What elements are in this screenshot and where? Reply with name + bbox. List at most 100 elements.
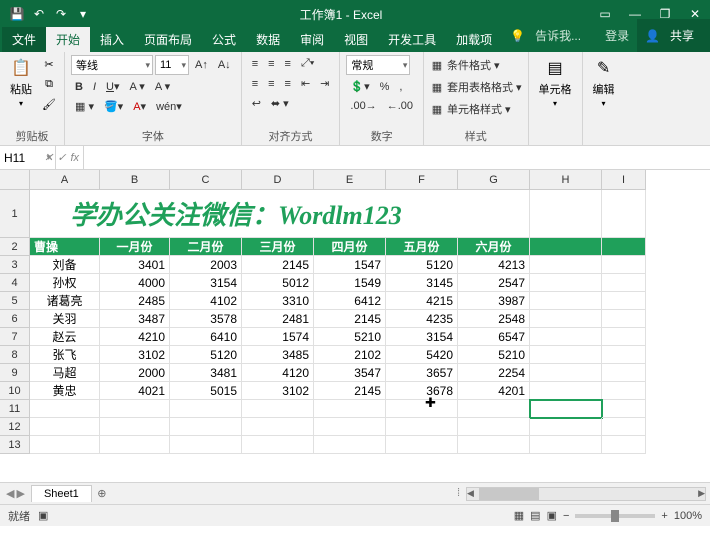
view-page-icon[interactable]: ▤: [530, 509, 540, 522]
cell[interactable]: 3987: [458, 292, 530, 310]
phonetic-icon[interactable]: wén▾: [152, 98, 186, 115]
cell[interactable]: 3401: [100, 256, 170, 274]
indent-inc-icon[interactable]: ⇥: [316, 75, 333, 92]
cell[interactable]: 3481: [170, 364, 242, 382]
column-headers[interactable]: ABCDEFGHI: [30, 170, 646, 190]
cut-icon[interactable]: ✂: [40, 55, 58, 73]
cell[interactable]: 5420: [386, 346, 458, 364]
percent-icon[interactable]: %: [376, 79, 394, 95]
decrease-font-icon[interactable]: A↓: [214, 57, 235, 73]
save-icon[interactable]: 💾: [8, 5, 26, 23]
tell-me[interactable]: 💡 告诉我...: [502, 19, 597, 52]
zoom-in-icon[interactable]: +: [661, 510, 667, 522]
cell[interactable]: 赵云: [30, 328, 100, 346]
cells-area[interactable]: 学办公关注微信：Wordlm123曹操一月份二月份三月份四月份五月份六月份刘备3…: [30, 190, 646, 454]
cell[interactable]: [602, 418, 646, 436]
undo-icon[interactable]: ↶: [30, 5, 48, 23]
align-top-icon[interactable]: ≡: [248, 56, 262, 72]
view-normal-icon[interactable]: ▦: [514, 509, 524, 522]
row-header-1[interactable]: 1: [0, 190, 30, 238]
cell[interactable]: [602, 274, 646, 292]
cell[interactable]: 6412: [314, 292, 386, 310]
cell[interactable]: 1549: [314, 274, 386, 292]
cell[interactable]: 2003: [170, 256, 242, 274]
cell[interactable]: [386, 418, 458, 436]
row-header-13[interactable]: 13: [0, 436, 30, 454]
editing-button[interactable]: ✎ 编辑 ▾: [589, 55, 619, 110]
col-header-C[interactable]: C: [170, 170, 242, 190]
cell[interactable]: 2145: [314, 382, 386, 400]
row-header-7[interactable]: 7: [0, 328, 30, 346]
banner-cell[interactable]: 学办公关注微信：Wordlm123: [30, 190, 530, 238]
cell[interactable]: 3145: [386, 274, 458, 292]
tab-review[interactable]: 审阅: [290, 27, 334, 52]
cell[interactable]: 1547: [314, 256, 386, 274]
cell[interactable]: [530, 364, 602, 382]
cell[interactable]: 5012: [242, 274, 314, 292]
next-sheet-icon[interactable]: ▶: [16, 487, 24, 500]
tab-layout[interactable]: 页面布局: [134, 27, 202, 52]
cell[interactable]: 3678: [386, 382, 458, 400]
cell[interactable]: 3154: [170, 274, 242, 292]
cell[interactable]: [170, 400, 242, 418]
cell[interactable]: 3102: [242, 382, 314, 400]
cell[interactable]: [314, 418, 386, 436]
copy-icon[interactable]: ⧉: [40, 75, 58, 93]
cell[interactable]: 5120: [170, 346, 242, 364]
cell[interactable]: 2145: [314, 310, 386, 328]
cell[interactable]: 5210: [314, 328, 386, 346]
qat-customize-icon[interactable]: ▾: [74, 5, 92, 23]
cell[interactable]: 5210: [458, 346, 530, 364]
col-header-A[interactable]: A: [30, 170, 100, 190]
cell[interactable]: [530, 328, 602, 346]
font-color-icon[interactable]: A▾: [129, 98, 150, 115]
macro-record-icon[interactable]: ▣: [38, 509, 48, 522]
cell[interactable]: 6547: [458, 328, 530, 346]
cell[interactable]: 6410: [170, 328, 242, 346]
cell[interactable]: 3310: [242, 292, 314, 310]
cell[interactable]: 黄忠: [30, 382, 100, 400]
cell[interactable]: [602, 190, 646, 238]
cell[interactable]: [530, 382, 602, 400]
cell[interactable]: 张飞: [30, 346, 100, 364]
cell[interactable]: 四月份: [314, 238, 386, 256]
cell[interactable]: 关羽: [30, 310, 100, 328]
fill-color-icon[interactable]: 🪣▾: [100, 98, 127, 115]
cell[interactable]: 5015: [170, 382, 242, 400]
cell[interactable]: [530, 346, 602, 364]
cell[interactable]: [602, 436, 646, 454]
cell[interactable]: [602, 256, 646, 274]
tab-formulas[interactable]: 公式: [202, 27, 246, 52]
view-break-icon[interactable]: ▣: [547, 509, 557, 522]
share-button[interactable]: 👤 共享: [637, 19, 710, 52]
cell[interactable]: 3487: [100, 310, 170, 328]
increase-font-icon[interactable]: A↑: [191, 57, 212, 73]
align-bottom-icon[interactable]: ≡: [281, 56, 295, 72]
cell[interactable]: [602, 346, 646, 364]
font-effect-a-icon[interactable]: A ▾: [151, 78, 174, 95]
cell[interactable]: [530, 418, 602, 436]
cell[interactable]: 孙权: [30, 274, 100, 292]
cell[interactable]: 3154: [386, 328, 458, 346]
prev-sheet-icon[interactable]: ◀: [6, 487, 14, 500]
border-icon[interactable]: ▦ ▾: [71, 98, 98, 115]
login-link[interactable]: 登录: [597, 23, 637, 48]
cell[interactable]: 3485: [242, 346, 314, 364]
cell[interactable]: [100, 400, 170, 418]
zoom-slider[interactable]: [575, 514, 655, 518]
cell[interactable]: 4021: [100, 382, 170, 400]
cell[interactable]: 六月份: [458, 238, 530, 256]
cell[interactable]: 3547: [314, 364, 386, 382]
align-middle-icon[interactable]: ≡: [264, 56, 278, 72]
cell[interactable]: [530, 436, 602, 454]
cell[interactable]: [530, 190, 602, 238]
tab-file[interactable]: 文件: [2, 27, 46, 52]
row-header-5[interactable]: 5: [0, 292, 30, 310]
cell[interactable]: [458, 436, 530, 454]
wrap-text-icon[interactable]: ↩: [248, 95, 265, 112]
cell[interactable]: 诸葛亮: [30, 292, 100, 310]
font-size-select[interactable]: 11: [155, 55, 189, 75]
cell[interactable]: 4102: [170, 292, 242, 310]
cell[interactable]: 2481: [242, 310, 314, 328]
select-all-corner[interactable]: [0, 170, 30, 190]
